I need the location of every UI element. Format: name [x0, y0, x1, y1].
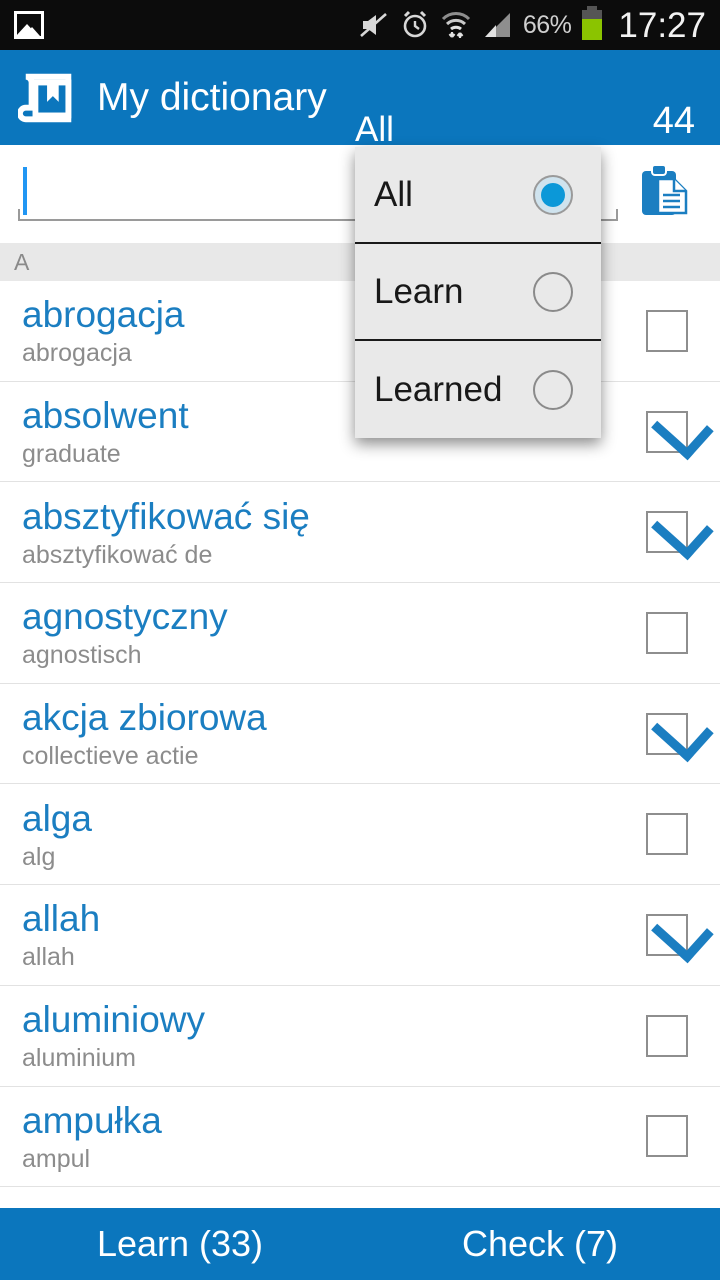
word-translation: ampul	[22, 1144, 91, 1173]
bottom-bar: Learn (33) Check (7)	[0, 1208, 720, 1280]
word-count: 44	[652, 100, 695, 142]
search-underline-left-tick	[18, 209, 20, 221]
table-row[interactable]: absztyfikować się absztyfikować de	[0, 482, 720, 584]
word-term: absztyfikować się	[22, 495, 310, 537]
row-checkbox[interactable]	[646, 712, 688, 755]
mute-icon	[360, 13, 387, 37]
signal-icon	[484, 13, 510, 37]
radio-button-icon[interactable]	[533, 271, 573, 312]
word-entry-texts: ampułka ampul	[0, 1098, 646, 1175]
text-cursor	[23, 167, 27, 215]
action-bar: My dictionary All 44	[0, 50, 720, 178]
status-bar-left	[14, 11, 359, 39]
word-entry-texts: akcja zbiorowa collectieve actie	[0, 695, 646, 772]
word-translation: graduate	[22, 440, 121, 469]
battery-percent: 66%	[522, 10, 572, 39]
row-checkbox[interactable]	[646, 309, 688, 352]
dropdown-option-label: Learned	[374, 369, 503, 409]
table-row[interactable]: alga alg	[0, 784, 720, 886]
word-term: aluminiowy	[22, 999, 206, 1041]
dropdown-option-all[interactable]: All	[355, 147, 601, 244]
row-checkbox[interactable]	[646, 611, 688, 654]
word-translation: collectieve actie	[22, 742, 199, 771]
check-button[interactable]: Check (7)	[360, 1208, 720, 1280]
word-entry-texts: agnostyczny agnostisch	[0, 594, 646, 671]
word-translation: agnostisch	[22, 641, 142, 670]
table-row[interactable]: ampułka ampul	[0, 1087, 720, 1188]
dropdown-option-learn[interactable]: Learn	[355, 244, 601, 341]
word-entry-texts: allah allah	[0, 896, 646, 973]
dropdown-option-label: Learn	[374, 271, 464, 311]
section-header-label: A	[14, 248, 30, 275]
word-translation: allah	[22, 943, 75, 972]
word-translation: aluminium	[22, 1044, 136, 1073]
word-translation: absztyfikować de	[22, 540, 213, 569]
word-entry-texts: aluminiowy aluminium	[0, 997, 646, 1074]
dropdown-option-label: All	[374, 174, 413, 214]
search-underline-right-tick	[616, 209, 618, 221]
dropdown-option-learned[interactable]: Learned	[355, 341, 601, 438]
gallery-icon	[14, 11, 44, 39]
wifi-icon	[441, 12, 470, 38]
table-row[interactable]: agnostyczny agnostisch	[0, 583, 720, 684]
word-entry-texts: absztyfikować się absztyfikować de	[0, 494, 646, 571]
status-bar: 66% 17:27	[0, 0, 720, 50]
clipboard-icon	[642, 164, 688, 215]
row-checkbox[interactable]	[646, 913, 688, 956]
row-checkbox[interactable]	[646, 1014, 688, 1057]
row-checkbox[interactable]	[646, 511, 688, 554]
clipboard-button[interactable]	[626, 159, 704, 223]
app-root: 66% 17:27 My dictionary All 44 A abrogac…	[0, 0, 720, 1280]
radio-button-icon[interactable]	[533, 174, 573, 215]
table-row[interactable]: akcja zbiorowa collectieve actie	[0, 684, 720, 785]
word-term: agnostyczny	[22, 596, 228, 638]
alarm-icon	[403, 10, 427, 38]
word-entry-texts: alga alg	[0, 796, 646, 873]
filter-spinner-value: All	[355, 110, 394, 149]
battery-icon	[582, 6, 603, 40]
book-bookmark-icon	[18, 73, 72, 122]
row-checkbox[interactable]	[646, 1115, 688, 1158]
page-title: My dictionary	[97, 75, 327, 119]
word-term: ampułka	[22, 1099, 162, 1141]
word-term: alga	[22, 797, 92, 839]
word-translation: alg	[22, 842, 56, 871]
row-checkbox[interactable]	[646, 410, 688, 453]
filter-dropdown-menu[interactable]: All Learn Learned	[355, 147, 601, 438]
word-term: akcja zbiorowa	[22, 697, 267, 739]
table-row[interactable]: aluminiowy aluminium	[0, 986, 720, 1087]
status-bar-right: 66% 17:27	[359, 5, 706, 45]
row-checkbox[interactable]	[646, 813, 688, 856]
status-bar-clock: 17:27	[618, 5, 706, 45]
word-term: allah	[22, 898, 101, 940]
table-row[interactable]: allah allah	[0, 885, 720, 986]
learn-button[interactable]: Learn (33)	[0, 1208, 360, 1280]
radio-button-icon[interactable]	[533, 369, 573, 410]
